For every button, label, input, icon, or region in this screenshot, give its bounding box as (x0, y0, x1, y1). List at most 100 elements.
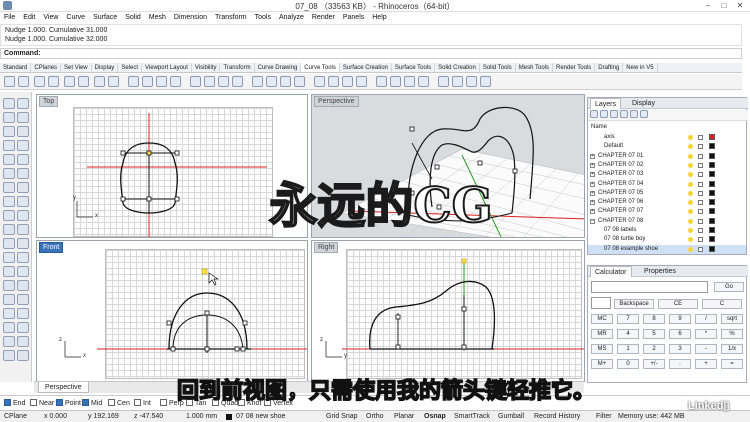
layer-color-swatch[interactable] (709, 143, 715, 150)
layer-tool-icon[interactable] (3, 350, 15, 361)
boolean-union-icon[interactable] (3, 224, 15, 235)
minimize-button[interactable]: – (700, 0, 716, 11)
calc-key[interactable]: 5 (643, 329, 665, 339)
layer-color-swatch[interactable] (709, 152, 715, 159)
move-icon[interactable] (3, 280, 15, 291)
lock-icon[interactable] (698, 228, 703, 233)
calc-key[interactable]: 3 (669, 344, 691, 354)
remove-knot-icon[interactable] (232, 76, 243, 87)
lock-icon[interactable] (698, 153, 703, 159)
calc-key[interactable]: 4 (617, 329, 639, 339)
point-icon[interactable] (17, 98, 29, 109)
lock-icon[interactable] (698, 200, 703, 206)
lock-icon[interactable] (698, 246, 703, 252)
calc-key[interactable]: / (695, 314, 717, 324)
lock-icon[interactable] (698, 144, 703, 150)
close-button[interactable]: ✕ (732, 0, 748, 11)
properties-tool-icon[interactable] (17, 350, 29, 361)
simplify-curve-icon[interactable] (328, 76, 339, 87)
surface-icon[interactable] (3, 182, 15, 193)
close-curve-icon[interactable] (342, 76, 353, 87)
extrude-icon[interactable] (17, 182, 29, 193)
polygon-icon[interactable] (17, 154, 29, 165)
offset-curve-icon[interactable] (94, 76, 105, 87)
cylinder-icon[interactable] (3, 238, 15, 249)
menu-help[interactable]: Help (368, 12, 390, 23)
tab-visibility[interactable]: Visibility (192, 63, 221, 72)
layer-row[interactable]: axis (588, 133, 746, 142)
lock-icon[interactable] (698, 218, 703, 224)
chamfer-curves-icon[interactable] (18, 76, 29, 87)
calc-key[interactable]: +/- (643, 359, 665, 369)
layer-row[interactable]: 07 08 turtle boy (588, 235, 746, 244)
lock-icon[interactable] (698, 181, 703, 187)
checkbox-icon[interactable] (82, 399, 89, 406)
select-arrow-icon[interactable] (3, 98, 15, 109)
command-history[interactable]: Nudge 1.000. Cumulative 31.000 Nudge 1.0… (0, 24, 742, 46)
lightbulb-icon[interactable] (688, 190, 693, 196)
layer-color-swatch[interactable] (709, 217, 715, 224)
circle-icon[interactable] (17, 126, 29, 137)
layer-color-swatch[interactable] (709, 134, 715, 140)
expand-icon[interactable]: + (590, 200, 595, 206)
osnap-point[interactable]: Point (56, 399, 81, 408)
tab-cplanes[interactable]: CPlanes (31, 63, 62, 72)
tab-viewport-layout[interactable]: Viewport Layout (142, 63, 192, 72)
offset-icon[interactable] (17, 168, 29, 179)
calc-key[interactable]: 1/x (721, 344, 743, 354)
calc-key[interactable]: C (702, 299, 742, 309)
layer-row[interactable]: 07 08 example shoe (588, 244, 746, 254)
viewport-title-front[interactable]: Front (39, 242, 64, 253)
viewport-title-right[interactable]: Right (314, 242, 339, 253)
fair-curve-icon[interactable] (314, 76, 325, 87)
layer-row[interactable]: + CHAPTER 07 06 (588, 198, 746, 207)
explode-icon[interactable] (142, 76, 153, 87)
layer-color-swatch[interactable] (709, 199, 715, 206)
expand-icon[interactable]: + (590, 209, 595, 215)
tab-surface-creation[interactable]: Surface Creation (340, 63, 392, 72)
expand-icon[interactable]: + (590, 172, 595, 178)
sweep-icon[interactable] (452, 76, 463, 87)
new-layer-icon[interactable] (590, 110, 598, 118)
tab-standard[interactable]: Standard (0, 63, 32, 72)
layer-color-swatch[interactable] (709, 180, 715, 187)
fillet-curves-icon[interactable] (4, 76, 15, 87)
tab-properties[interactable]: Properties (640, 266, 680, 277)
layer-color-swatch[interactable] (709, 161, 715, 168)
calc-key[interactable]: CE (658, 299, 698, 309)
planar-toggle[interactable]: Planar (394, 412, 414, 422)
menu-solid[interactable]: Solid (121, 12, 145, 23)
cone-icon[interactable] (17, 238, 29, 249)
expand-icon[interactable]: + (590, 181, 595, 187)
ellipse-icon[interactable] (17, 140, 29, 151)
curve-icon[interactable] (3, 126, 15, 137)
checkbox-icon[interactable] (30, 399, 37, 406)
lightbulb-icon[interactable] (688, 209, 693, 215)
project-curve-icon[interactable] (266, 76, 277, 87)
layer-row[interactable]: + CHAPTER 07 05 (588, 189, 746, 198)
go-button[interactable]: Go (714, 282, 744, 292)
command-prompt[interactable]: Command: (0, 48, 742, 59)
menu-panels[interactable]: Panels (339, 12, 368, 23)
move-up-icon[interactable] (620, 110, 628, 118)
calc-key[interactable]: % (721, 329, 743, 339)
calc-key[interactable]: 7 (617, 314, 639, 324)
filter-icon[interactable] (640, 110, 648, 118)
lock-icon[interactable] (698, 172, 703, 178)
join-icon[interactable] (128, 76, 139, 87)
osnap-toggle[interactable]: Osnap (424, 412, 446, 422)
lightbulb-icon[interactable] (688, 246, 693, 252)
explode-tool-icon[interactable] (17, 252, 29, 263)
lightbulb-icon[interactable] (688, 144, 693, 150)
edit-points-icon[interactable] (204, 76, 215, 87)
delete-layer-icon[interactable] (610, 110, 618, 118)
calc-key[interactable]: 2 (643, 344, 665, 354)
menu-dimension[interactable]: Dimension (170, 12, 211, 23)
osnap-end[interactable]: End (4, 399, 25, 408)
blend-curves-icon[interactable] (34, 76, 45, 87)
layer-row[interactable]: − CHAPTER 07 08 (588, 217, 746, 226)
tab-select[interactable]: Select (118, 63, 142, 72)
calc-key[interactable]: . (669, 359, 691, 369)
calc-key[interactable]: - (695, 344, 717, 354)
polyline-icon[interactable] (3, 112, 15, 123)
